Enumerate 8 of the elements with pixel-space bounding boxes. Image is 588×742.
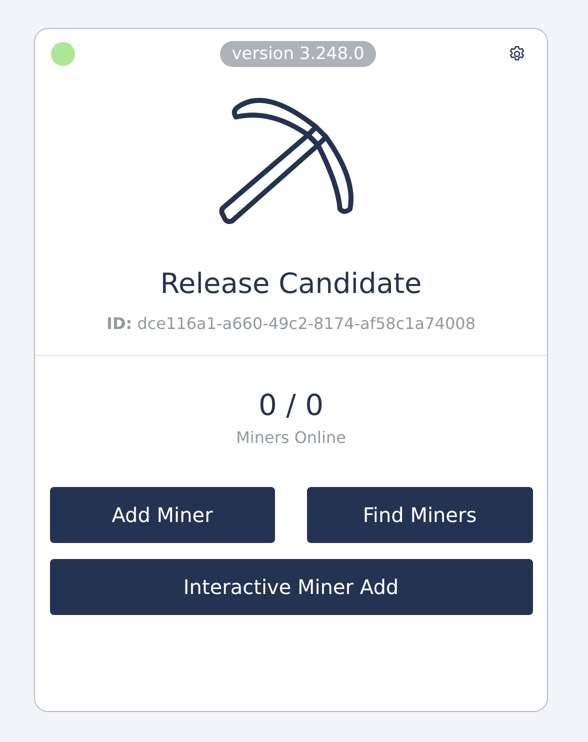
version-pill: version 3.248.0 (220, 41, 376, 67)
action-button[interactable]: Interactive Miner Add (50, 559, 532, 615)
miner-count: 0 / 0 (258, 388, 324, 422)
action-button[interactable]: Find Miners (307, 487, 532, 543)
id-text: ID: dce116a1-a660-49c2-8174-af58c1a74008 (106, 314, 476, 333)
count-label: Miners Online (236, 428, 346, 447)
action-button[interactable]: Add Miner (50, 487, 275, 543)
miner-group-title: Release Candidate (160, 267, 422, 300)
